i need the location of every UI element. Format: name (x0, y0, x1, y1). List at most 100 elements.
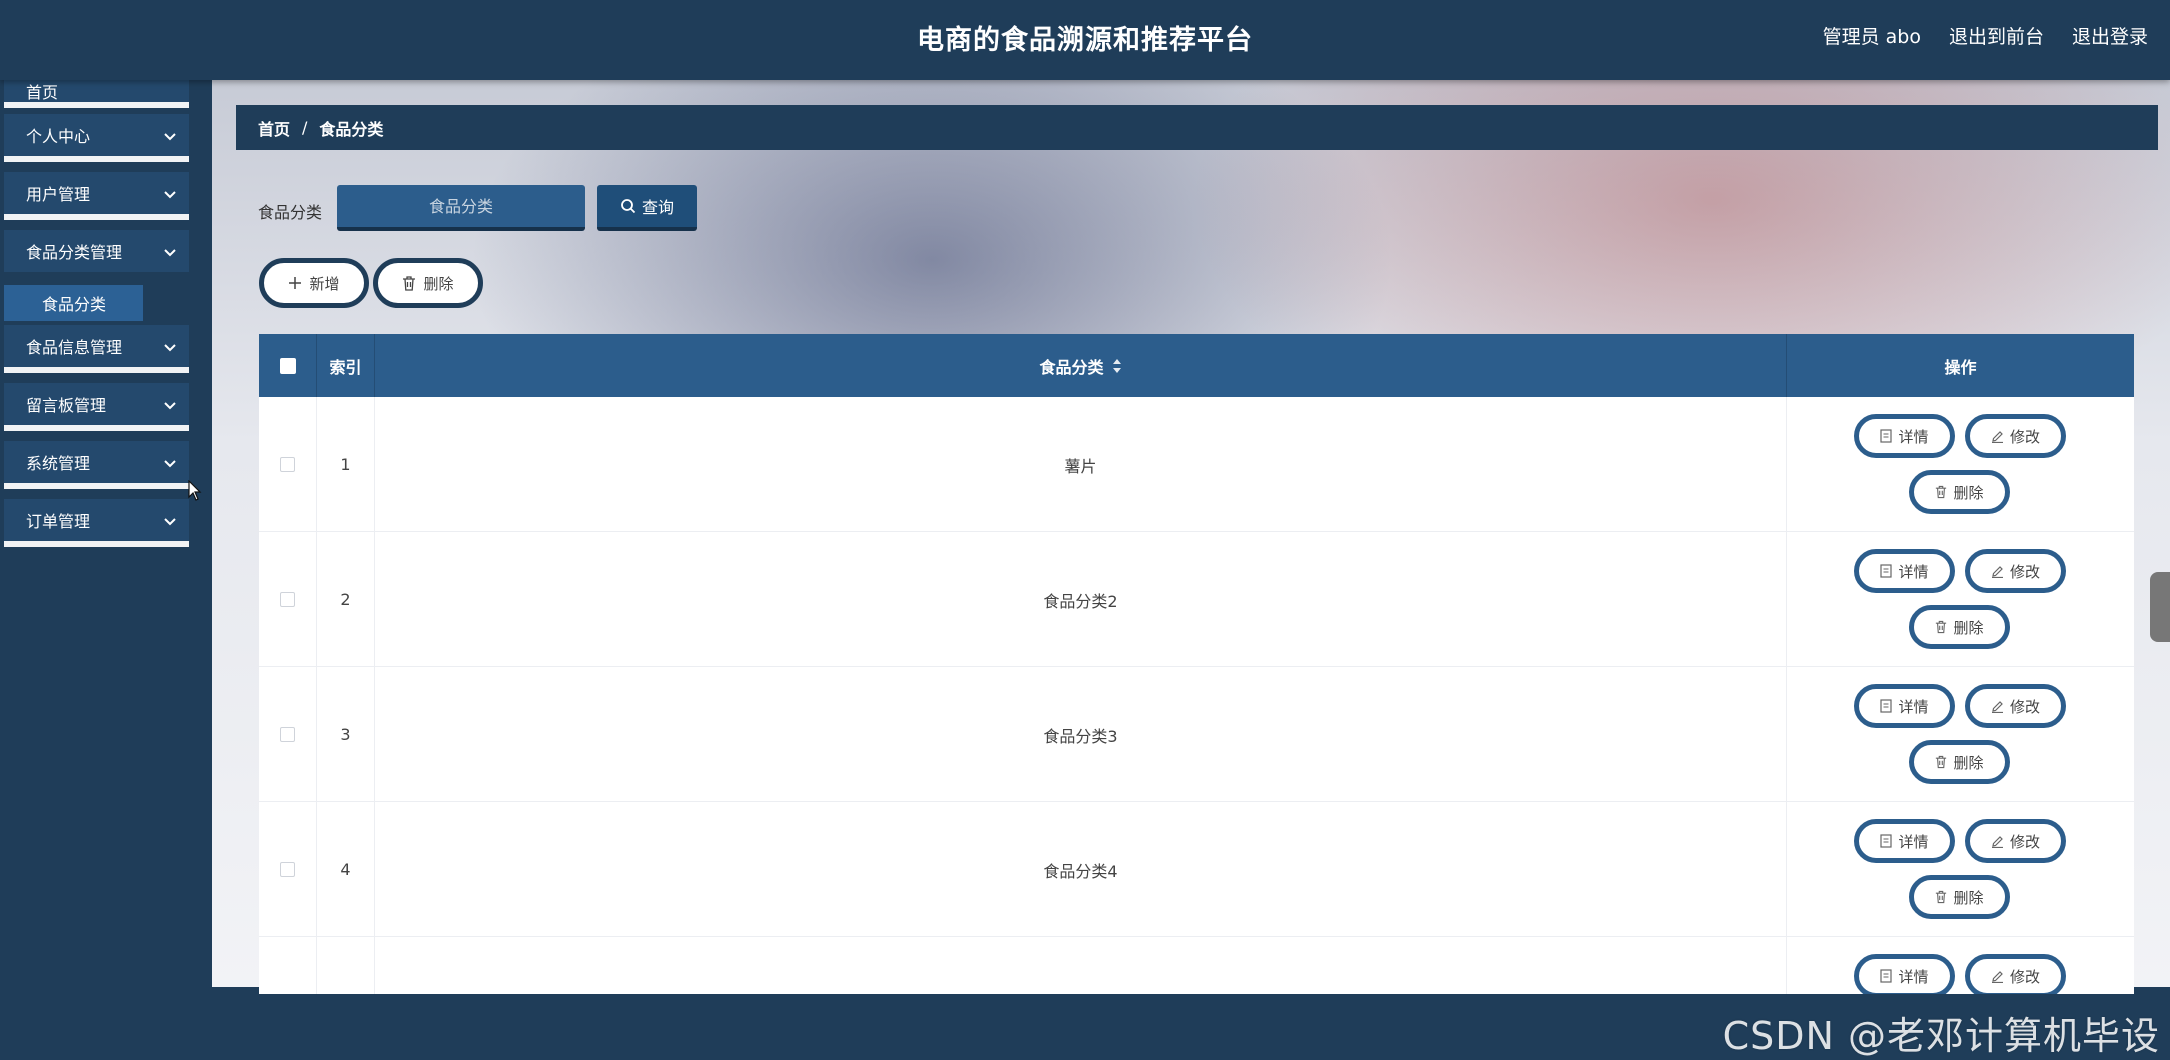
delete-button[interactable]: 删除 (1909, 470, 2010, 514)
row-category: 食品分类3 (375, 667, 1787, 802)
document-icon (1880, 429, 1893, 443)
sidebar-item-label: 系统管理 (26, 454, 91, 473)
row-checkbox[interactable] (280, 592, 295, 607)
edit-button-label: 修改 (2009, 967, 2040, 986)
edit-button[interactable]: 修改 (1965, 819, 2066, 863)
pencil-icon (1991, 970, 2003, 983)
sidebar-item-food-info-management[interactable]: 食品信息管理 (4, 325, 189, 373)
sidebar-item-user-management[interactable]: 用户管理 (4, 172, 189, 220)
document-icon (1880, 834, 1893, 848)
select-all-cell (259, 334, 317, 397)
sidebar-item-label: 食品信息管理 (26, 338, 123, 357)
side-collapse-tab[interactable] (2150, 572, 2170, 642)
delete-button[interactable]: 删除 (1909, 875, 2010, 919)
delete-button[interactable]: 删除 (1909, 605, 2010, 649)
detail-button-label: 详情 (1898, 832, 1929, 851)
table-row: 详情 修改 (259, 937, 2134, 994)
table-row: 1 薯片 详情 修改 删除 (259, 397, 2134, 532)
chevron-down-icon (164, 518, 176, 526)
trash-icon (1936, 485, 1947, 499)
pencil-icon (1991, 430, 2003, 443)
row-index: 1 (317, 397, 375, 532)
table-row: 4 食品分类4 详情 修改 删除 (259, 802, 2134, 937)
plus-icon (289, 277, 302, 289)
sidebar-item-system-management[interactable]: 系统管理 (4, 441, 189, 489)
column-header-category[interactable]: 食品分类 (375, 334, 1787, 397)
batch-delete-button[interactable]: 删除 (373, 258, 483, 308)
header-actions: 管理员 abo 退出到前台 退出登录 (1823, 22, 2148, 49)
sidebar-item-message-board-management[interactable]: 留言板管理 (4, 383, 189, 431)
edit-button[interactable]: 修改 (1965, 684, 2066, 728)
logout-link[interactable]: 退出登录 (2072, 22, 2148, 49)
category-search-input[interactable] (337, 185, 585, 231)
edit-button[interactable]: 修改 (1965, 954, 2066, 994)
pencil-icon (1991, 565, 2003, 578)
select-all-checkbox[interactable] (279, 357, 296, 374)
delete-button-label: 删除 (1953, 618, 1984, 637)
search-label: 食品分类 (258, 203, 323, 222)
delete-button-label: 删除 (1953, 888, 1984, 907)
watermark: CSDN @老邓计算机毕设 (1722, 1014, 2160, 1058)
trash-icon (1936, 620, 1947, 634)
row-checkbox[interactable] (280, 727, 295, 742)
detail-button[interactable]: 详情 (1854, 819, 1955, 863)
add-button-label: 新增 (309, 274, 340, 293)
chevron-down-icon (164, 249, 176, 257)
detail-button-label: 详情 (1898, 697, 1929, 716)
query-button-label: 查询 (641, 198, 674, 217)
breadcrumb-current: 食品分类 (319, 119, 384, 139)
edit-button[interactable]: 修改 (1965, 549, 2066, 593)
detail-button[interactable]: 详情 (1854, 684, 1955, 728)
table-header: 索引 食品分类 操作 (259, 334, 2134, 397)
document-icon (1880, 969, 1893, 983)
row-index: 2 (317, 532, 375, 667)
sidebar-item-food-category-management[interactable]: 食品分类管理 (4, 230, 189, 272)
row-checkbox[interactable] (280, 862, 295, 877)
exit-to-front-link[interactable]: 退出到前台 (1949, 22, 2044, 49)
breadcrumb-home[interactable]: 首页 (258, 116, 290, 140)
breadcrumb: 首页 / 食品分类 (236, 105, 2158, 150)
query-button[interactable]: 查询 (597, 185, 697, 231)
row-actions: 详情 修改 删除 (1787, 397, 2134, 532)
table-row: 2 食品分类2 详情 修改 删除 (259, 532, 2134, 667)
add-button[interactable]: 新增 (259, 258, 369, 308)
row-actions: 详情 修改 删除 (1787, 667, 2134, 802)
sidebar-item-label: 食品分类管理 (26, 243, 123, 262)
edit-button[interactable]: 修改 (1965, 414, 2066, 458)
search-icon (621, 199, 636, 214)
trash-icon (1936, 755, 1947, 769)
row-checkbox[interactable] (280, 457, 295, 472)
sidebar-item-label: 首页 (26, 83, 59, 102)
row-category (375, 937, 1787, 994)
chevron-down-icon (164, 460, 176, 468)
column-header-category-label: 食品分类 (1039, 357, 1104, 377)
column-header-actions: 操作 (1944, 357, 1977, 377)
top-header: 电商的食品溯源和推荐平台 管理员 abo 退出到前台 退出登录 (0, 0, 2170, 80)
sidebar-item-order-management[interactable]: 订单管理 (4, 499, 189, 547)
delete-button[interactable]: 删除 (1909, 740, 2010, 784)
sort-icon[interactable] (1112, 358, 1122, 374)
column-header-index: 索引 (317, 334, 375, 397)
table-row: 3 食品分类3 详情 修改 删除 (259, 667, 2134, 802)
main-content: 首页 / 食品分类 食品分类 查询 新增 删除 索引 食品分类 操作 (212, 80, 2170, 1058)
breadcrumb-separator: / (302, 118, 308, 137)
sidebar-subitem-food-category[interactable]: 食品分类 (4, 285, 143, 321)
row-index: 3 (317, 667, 375, 802)
trash-icon (403, 275, 416, 291)
detail-button-label: 详情 (1898, 427, 1929, 446)
row-category: 食品分类4 (375, 802, 1787, 937)
delete-button-label: 删除 (1953, 753, 1984, 772)
sidebar-item-personal-center[interactable]: 个人中心 (4, 114, 189, 162)
mouse-cursor-icon (188, 480, 202, 501)
edit-button-label: 修改 (2009, 832, 2040, 851)
detail-button[interactable]: 详情 (1854, 954, 1955, 994)
detail-button[interactable]: 详情 (1854, 414, 1955, 458)
detail-button-label: 详情 (1898, 562, 1929, 581)
trash-icon (1936, 890, 1947, 904)
sidebar-item-label: 个人中心 (26, 127, 91, 146)
row-category: 薯片 (375, 397, 1787, 532)
detail-button-label: 详情 (1898, 967, 1929, 986)
batch-delete-button-label: 删除 (423, 274, 454, 293)
row-index: 4 (317, 802, 375, 937)
detail-button[interactable]: 详情 (1854, 549, 1955, 593)
